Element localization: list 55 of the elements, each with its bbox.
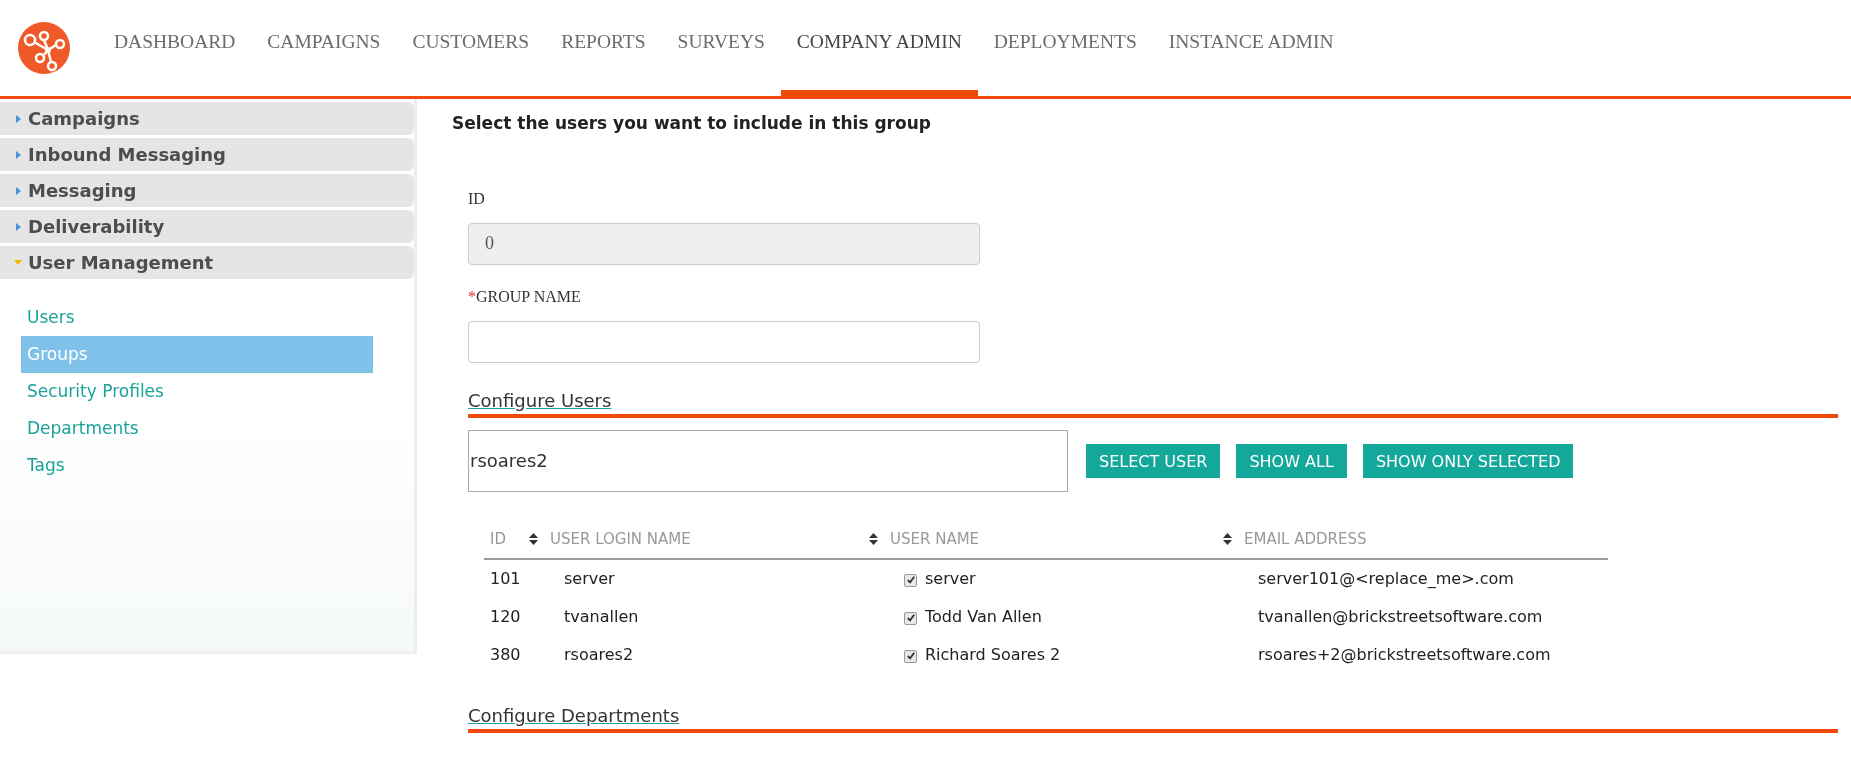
sidebar-link[interactable]: Users [21,299,373,336]
nav-tab[interactable]: CAMPAIGNS [251,0,397,99]
sort-icon[interactable] [1223,532,1232,545]
section-title: Configure Users [468,388,613,413]
text-field[interactable] [468,320,980,363]
sidebar-section-header[interactable]: Campaigns [0,102,414,135]
section-title: Configure Departments [468,704,681,728]
field-label: *GROUP NAME [468,286,581,307]
action-button[interactable]: SHOW ONLY SELECTED [1362,443,1574,478]
table-cell-text: tvanallen@brickstreetsoftware.com [1257,606,1544,628]
sidebar-link[interactable]: Departments [21,410,373,447]
table-cell: server [925,569,976,588]
table-cell: server [544,559,884,598]
column-header[interactable]: USER LOGIN NAME [550,527,691,550]
network-logo-icon [18,22,70,74]
field-label: ID [468,188,485,209]
table-cell-text: 120 [489,606,522,628]
table-cell-text: 380 [489,644,522,666]
table-cell: Todd Van Allen [925,607,1042,626]
caret-right-icon [14,150,22,159]
nav-tab[interactable]: CUSTOMERS [396,0,546,99]
nav-tab[interactable]: DEPLOYMENTS [977,0,1153,99]
action-button[interactable]: SELECT USER [1086,443,1221,478]
checkbox[interactable] [904,611,917,625]
search-field[interactable]: rsoares2 [468,429,1068,492]
caret-right-icon [14,114,22,123]
nav-tab[interactable]: REPORTS [545,0,662,99]
sidebar-link[interactable]: Tags [21,447,373,484]
column-header[interactable]: ID [490,527,506,550]
checkbox[interactable] [904,649,917,663]
table-cell: 101 [484,559,544,598]
table-cell-text: rsoares+2@brickstreetsoftware.com [1257,644,1552,666]
table-cell: server101@<replace_me>.com [1238,559,1608,598]
sidebar-section-header[interactable]: User Management [0,246,414,279]
page-heading: Select the users you want to include in this group [452,112,932,135]
caret-right-icon [14,186,22,195]
nav-tab[interactable]: DASHBOARD [98,0,252,99]
caret-down-icon [14,258,22,267]
table-cell-text: tvanallen [563,606,640,628]
sort-icon[interactable] [869,532,878,545]
nav-tab[interactable]: SURVEYS [661,0,781,99]
sidebar-section-header[interactable]: Messaging [0,174,414,207]
caret-right-icon [14,222,22,231]
table-cell-text: rsoares2 [563,644,635,666]
sidebar-link[interactable]: Security Profiles [21,373,373,410]
nav-tab[interactable]: INSTANCE ADMIN [1152,0,1350,99]
checkbox[interactable] [904,573,917,587]
table-cell: Richard Soares 2 [925,645,1061,664]
sidebar-section-header[interactable]: Inbound Messaging [0,138,414,171]
sidebar-section-header[interactable]: Deliverability [0,210,414,243]
sort-icon[interactable] [529,532,538,545]
column-header[interactable]: USER NAME [890,527,980,550]
nav-tab[interactable]: COMPANY ADMIN [780,0,978,99]
action-button[interactable]: SHOW ALL [1236,443,1347,478]
column-header[interactable]: EMAIL ADDRESS [1244,527,1367,550]
